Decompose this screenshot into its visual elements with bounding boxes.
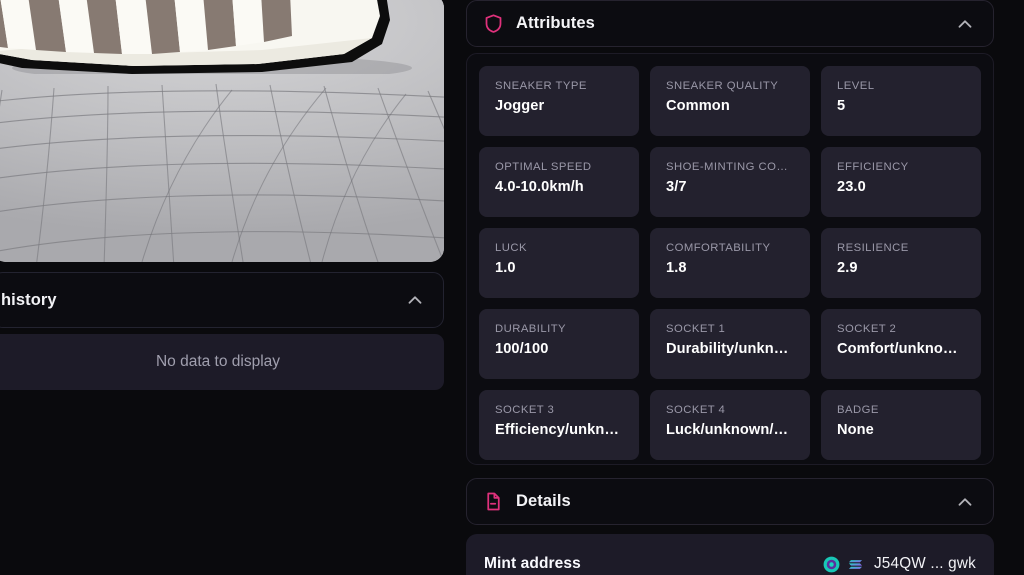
right-column: Attributes SNEAKER TYPE Jogger SNEAKER QUA… — [466, 0, 994, 575]
attribute-label: SHOE-MINTING COUNT — [666, 161, 796, 173]
chevron-up-icon[interactable] — [954, 491, 976, 513]
attribute-value: Efficiency/unknown/... — [495, 422, 625, 438]
attribute-value: 5 — [837, 98, 846, 114]
attribute-value: None — [837, 422, 874, 438]
history-empty-text: No data to display — [155, 353, 281, 370]
token-logo-icon — [823, 556, 840, 572]
chevron-up-icon[interactable] — [954, 13, 976, 35]
shield-icon — [485, 14, 502, 33]
document-icon — [487, 492, 500, 511]
mint-address-value-group[interactable]: J54QW ... gwk — [822, 555, 976, 574]
attribute-card[interactable]: OPTIMAL SPEED 4.0-10.0km/h — [479, 147, 639, 217]
attribute-value: Durability/unknown/... — [666, 341, 796, 357]
attribute-label: BADGE — [837, 404, 879, 416]
mint-address-value: J54QW ... gwk — [873, 555, 976, 572]
attribute-card[interactable]: SOCKET 4 Luck/unknown/empty — [650, 390, 810, 460]
attribute-value: Luck/unknown/empty — [666, 422, 796, 438]
attribute-card[interactable]: SOCKET 3 Efficiency/unknown/... — [479, 390, 639, 460]
details-row-mint-address: Mint address J54QW ... gwk — [466, 534, 994, 575]
mint-address-label: Mint address — [484, 555, 581, 572]
attribute-value: 23.0 — [837, 179, 866, 195]
attribute-card[interactable]: SHOE-MINTING COUNT 3/7 — [650, 147, 810, 217]
attributes-grid: SNEAKER TYPE Jogger SNEAKER QUALITY Common L… — [479, 66, 981, 460]
attribute-card[interactable]: COMFORTABILITY 1.8 — [650, 228, 810, 298]
attribute-card[interactable]: BADGE None — [821, 390, 981, 460]
attributes-panel: SNEAKER TYPE Jogger SNEAKER QUALITY Common L… — [466, 53, 994, 465]
details-section-header[interactable]: Details — [466, 478, 994, 525]
attribute-card[interactable]: LEVEL 5 — [821, 66, 981, 136]
attribute-label: SOCKET 1 — [666, 323, 726, 335]
attribute-card[interactable]: RESILIENCE 2.9 — [821, 228, 981, 298]
details-section-title: Details — [516, 492, 571, 510]
attribute-card[interactable]: LUCK 1.0 — [479, 228, 639, 298]
chevron-up-icon[interactable] — [404, 289, 426, 311]
attribute-value: 1.8 — [666, 260, 687, 276]
attribute-value: 4.0-10.0km/h — [495, 179, 584, 195]
attribute-label: RESILIENCE — [837, 242, 909, 254]
attribute-label: SOCKET 2 — [837, 323, 897, 335]
attribute-label: LEVEL — [837, 80, 875, 92]
attribute-value: 100/100 — [495, 341, 549, 357]
attribute-label: SOCKET 3 — [495, 404, 555, 416]
attribute-value: 2.9 — [837, 260, 858, 276]
attribute-value: Comfort/unknown/e... — [837, 341, 967, 357]
attribute-label: SNEAKER QUALITY — [666, 80, 779, 92]
attribute-label: DURABILITY — [495, 323, 567, 335]
attribute-card[interactable]: SNEAKER QUALITY Common — [650, 66, 810, 136]
attribute-value: Common — [666, 98, 730, 114]
attributes-section-title: Attributes — [516, 14, 595, 32]
left-column: e history No data to display — [0, 0, 444, 575]
attribute-label: SOCKET 4 — [666, 404, 726, 416]
sneaker-model-icon — [0, 0, 412, 74]
attribute-label: OPTIMAL SPEED — [495, 161, 592, 173]
history-empty-state: No data to display — [0, 334, 444, 390]
attribute-card[interactable]: SOCKET 1 Durability/unknown/... — [650, 309, 810, 379]
attribute-value: 1.0 — [495, 260, 516, 276]
attributes-section-header[interactable]: Attributes — [466, 0, 994, 47]
attribute-value: 3/7 — [666, 179, 687, 195]
attribute-label: LUCK — [495, 242, 527, 254]
attribute-card[interactable]: EFFICIENCY 23.0 — [821, 147, 981, 217]
history-section-header[interactable]: e history — [0, 272, 444, 328]
attribute-label: COMFORTABILITY — [666, 242, 771, 254]
history-section-title: e history — [0, 290, 57, 309]
attribute-value: Jogger — [495, 98, 545, 114]
attribute-label: EFFICIENCY — [837, 161, 909, 173]
attribute-card[interactable]: SNEAKER TYPE Jogger — [479, 66, 639, 136]
sneaker-detail-screen: e history No data to display Attributes … — [0, 0, 1024, 575]
attribute-card[interactable]: DURABILITY 100/100 — [479, 309, 639, 379]
sneaker-3d-preview[interactable] — [0, 0, 444, 262]
attribute-label: SNEAKER TYPE — [495, 80, 587, 92]
attribute-card[interactable]: SOCKET 2 Comfort/unknown/e... — [821, 309, 981, 379]
solana-icon — [848, 559, 862, 569]
